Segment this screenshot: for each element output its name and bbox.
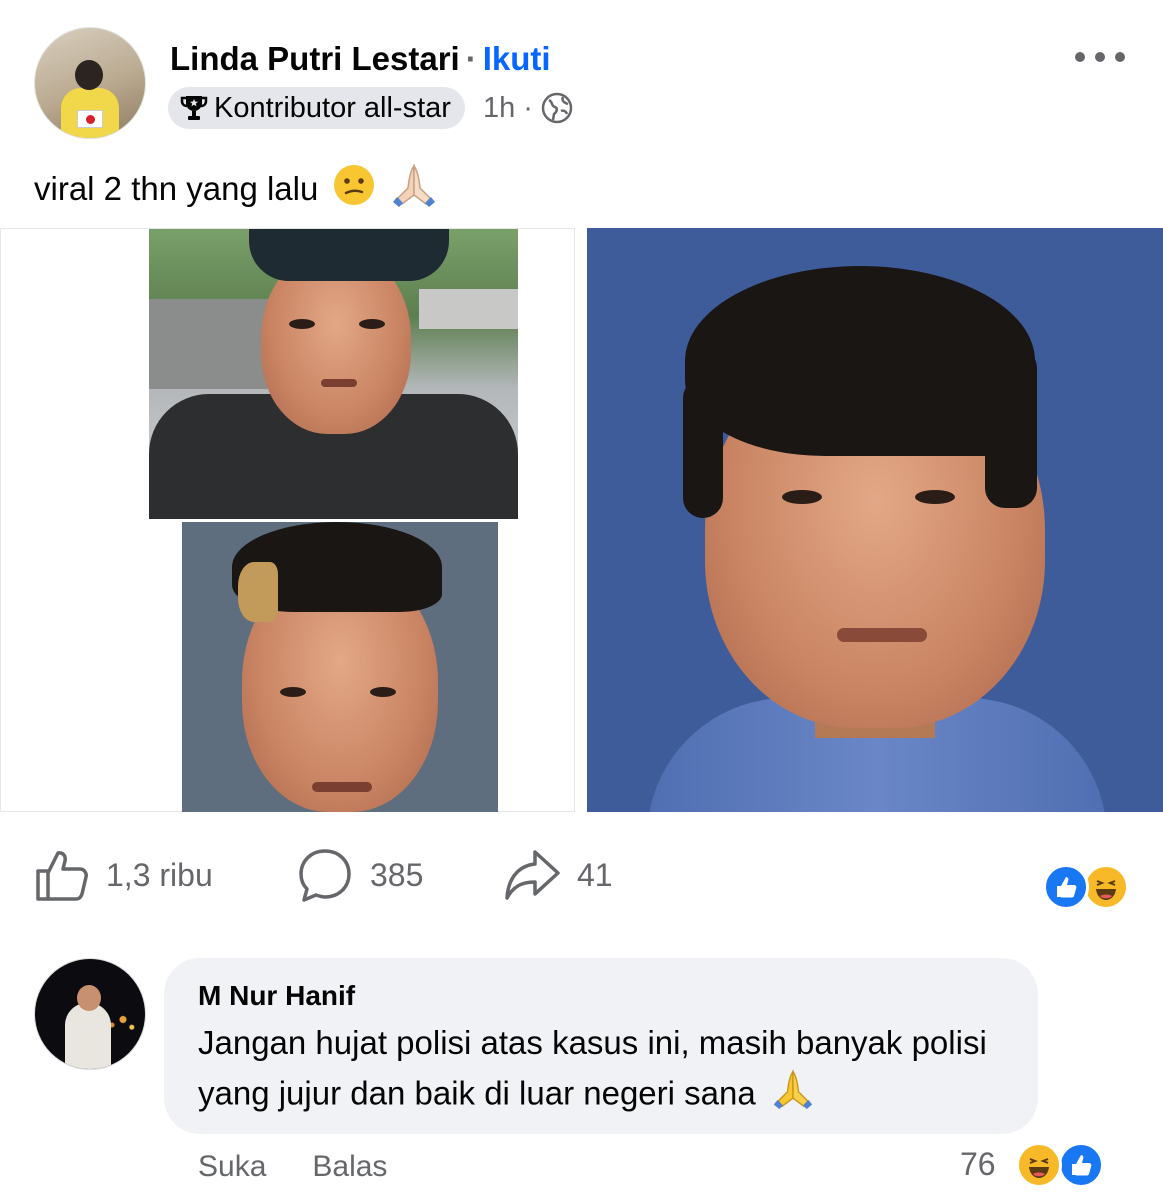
more-options-icon[interactable] [1075,42,1125,72]
post-caption: viral 2 thn yang lalu [34,162,438,216]
trophy-icon [180,96,208,120]
comment-text: Jangan hujat polisi atas kasus ini, masi… [198,1018,1028,1124]
comment-like-button[interactable]: Suka [198,1150,266,1184]
author-name[interactable]: Linda Putri Lestari [170,40,460,77]
comment-bubble: M Nur Hanif Jangan hujat polisi atas kas… [164,958,1038,1134]
comment-reactions[interactable] [1014,1140,1110,1192]
meta-separator: · [523,91,533,124]
contributor-badge[interactable]: Kontributor all-star [168,87,465,129]
portrait-photo [182,522,498,812]
post-header: Linda Putri Lestari · Ikuti Kontributor al… [0,0,1163,150]
id-photo[interactable] [587,228,1163,812]
comment-reply-button[interactable]: Balas [312,1150,387,1184]
like-count: 1,3 ribu [106,856,213,893]
photo-collage[interactable] [0,228,575,812]
like-reaction-icon [1043,864,1089,910]
badge-label: Kontributor all-star [214,91,451,124]
post-meta: Kontributor all-star 1h · [168,86,573,130]
post-reactions[interactable] [1039,862,1131,910]
selfie-photo [149,229,518,519]
folded-hands-icon [771,1068,815,1124]
follow-button[interactable]: Ikuti [483,40,551,77]
comment-button[interactable]: 385 [296,846,423,904]
caption-text: viral 2 thn yang lalu [34,170,319,207]
haha-reaction-icon [1083,864,1129,910]
post-stats: 1,3 ribu 385 41 [0,840,1163,910]
comment-reaction-count: 76 [960,1146,996,1182]
like-reaction-icon [1058,1142,1104,1188]
commenter-name[interactable]: M Nur Hanif [198,980,355,1012]
comment-count: 385 [370,856,424,893]
like-button[interactable]: 1,3 ribu [34,846,213,904]
comment-icon [299,849,351,902]
share-button[interactable]: 41 [503,846,613,904]
folded-hands-icon [390,162,438,216]
comment-actions: Suka Balas [198,1150,433,1184]
haha-reaction-icon [1016,1142,1062,1188]
commenter-avatar[interactable] [34,958,146,1070]
confused-face-icon [332,163,376,215]
share-count: 41 [577,856,613,893]
separator: · [465,40,477,77]
photo-grid [0,228,1163,812]
comment-body: Jangan hujat polisi atas kasus ini, masi… [198,1024,987,1112]
share-icon [505,850,560,900]
globe-icon [541,92,573,124]
author-line: Linda Putri Lestari · Ikuti [170,40,551,78]
author-avatar[interactable] [34,27,146,139]
post-time[interactable]: 1h [483,92,515,125]
thumbs-up-icon [36,851,88,901]
